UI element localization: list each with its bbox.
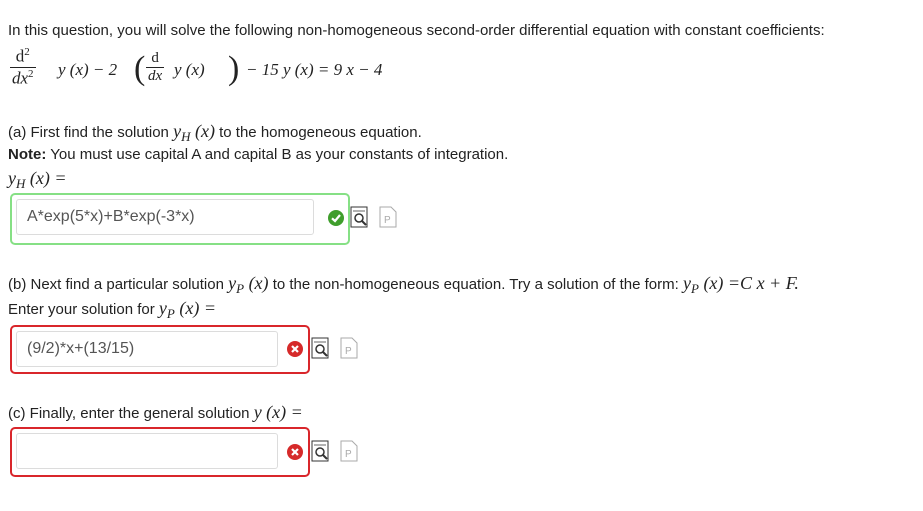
- part-b-prompt: (b) Next find a particular solution yP (…: [8, 273, 799, 296]
- preview-icon[interactable]: [350, 206, 370, 228]
- svg-text:P: P: [345, 449, 352, 460]
- differential-equation: d2 dx2 y (x) − 2 ( d dx y (x) ) − 15 y (…: [8, 46, 428, 96]
- part-b-enter-label: Enter your solution for yP (x) =: [8, 298, 216, 321]
- part-a-note: Note: You must use capital A and capital…: [8, 146, 509, 163]
- part-b-answer-box: [10, 325, 310, 374]
- svg-text:P: P: [384, 215, 391, 226]
- part-a-answer-input[interactable]: [16, 199, 314, 235]
- cross-icon: [287, 444, 303, 460]
- part-a-answer-label: yH (x) =: [8, 168, 67, 191]
- first-derivative-fraction: d dx: [146, 50, 165, 84]
- part-c-answer-box: [10, 427, 310, 477]
- right-paren: ): [228, 50, 240, 87]
- preview-icon[interactable]: [311, 440, 331, 462]
- equation-term-2: y (x): [174, 60, 205, 79]
- equation-rest: − 15 y (x) = 9 x − 4: [246, 60, 383, 79]
- equation-term-1: y (x) − 2: [58, 60, 118, 79]
- part-c-prompt: (c) Finally, enter the general solution …: [8, 402, 303, 422]
- second-derivative-fraction: d2 dx2: [10, 46, 36, 88]
- left-paren: (: [134, 50, 146, 87]
- part-a-answer-box: [10, 193, 350, 245]
- help-document-icon[interactable]: P: [339, 337, 359, 359]
- intro-text: In this question, you will solve the fol…: [8, 22, 825, 39]
- svg-text:P: P: [345, 346, 352, 357]
- preview-icon[interactable]: [311, 337, 331, 359]
- check-icon: [328, 210, 344, 226]
- part-a-prompt: (a) First find the solution yH (x) to th…: [8, 121, 422, 144]
- part-b-answer-input[interactable]: [16, 331, 278, 367]
- help-document-icon[interactable]: P: [378, 206, 398, 228]
- help-document-icon[interactable]: P: [339, 440, 359, 462]
- part-c-answer-input[interactable]: [16, 433, 278, 469]
- cross-icon: [287, 341, 303, 357]
